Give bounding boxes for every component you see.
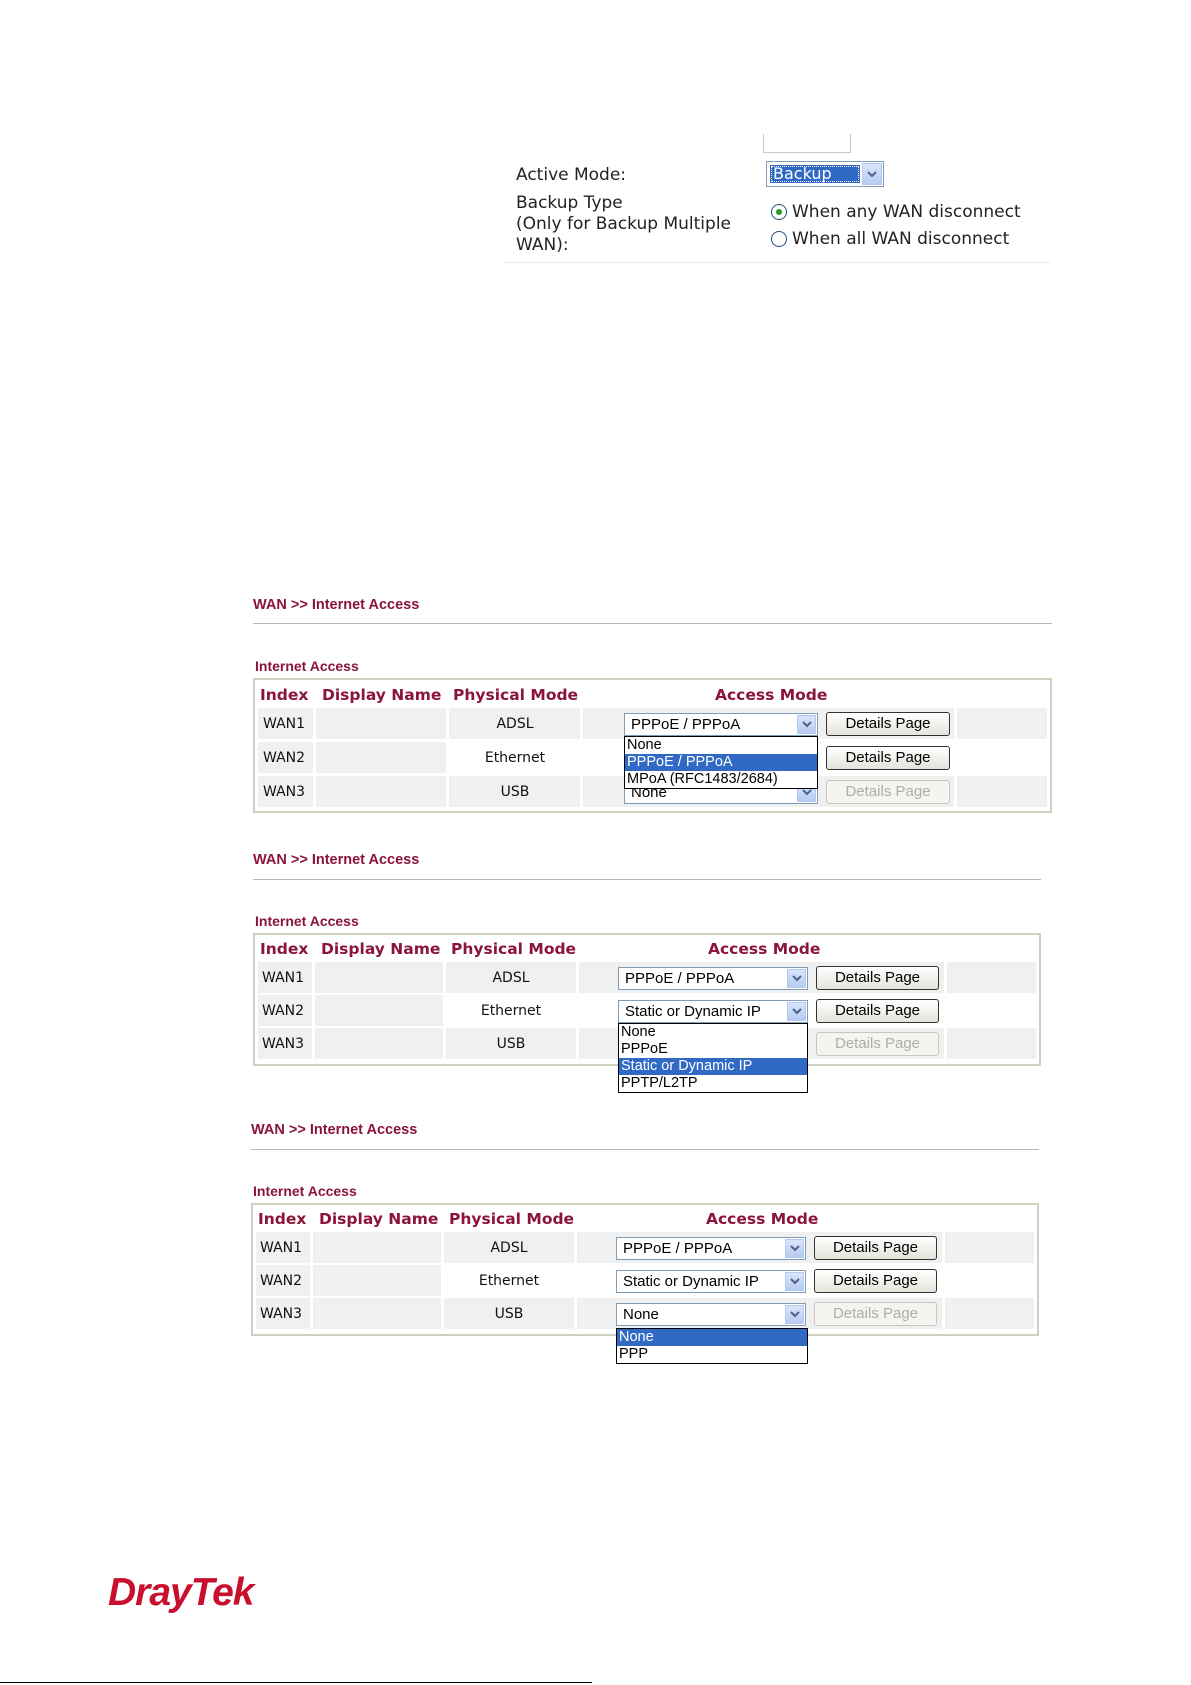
chevron-down-icon[interactable] [785,1272,804,1291]
row-index: WAN2 [263,750,306,766]
access-mode-dropdown-list[interactable]: None PPP [616,1328,808,1364]
row-index: WAN3 [262,1036,305,1052]
header-display-name: Display Name [321,940,441,958]
row-physical-mode: USB [496,1036,526,1052]
details-page-button-disabled: Details Page [814,1302,937,1326]
header-access-mode: Access Mode [715,686,828,704]
access-mode-select[interactable]: Static or Dynamic IP [616,1270,806,1293]
breadcrumb: WAN >> Internet Access [253,852,420,868]
breadcrumb: WAN >> Internet Access [253,597,420,613]
divider [505,262,1050,263]
dropdown-option-selected[interactable]: Static or Dynamic IP [619,1058,807,1075]
cropped-input [763,134,851,153]
access-mode-value: PPPoE / PPPoA [631,716,741,733]
section-title: Internet Access [255,913,359,929]
internet-access-table: Index Display Name Physical Mode Access … [251,1203,1039,1336]
access-mode-value: Static or Dynamic IP [623,1273,759,1290]
row-index: WAN3 [263,784,306,800]
row-physical-mode: ADSL [490,1240,528,1256]
dropdown-option[interactable]: None [625,737,817,754]
dropdown-option[interactable]: None [619,1024,807,1041]
row-physical-mode: USB [500,784,530,800]
details-page-button[interactable]: Details Page [814,1269,937,1293]
details-page-button[interactable]: Details Page [816,966,939,990]
access-mode-select[interactable]: PPPoE / PPPoA [624,713,818,736]
row-physical-mode: USB [494,1306,524,1322]
chevron-down-icon[interactable] [787,969,806,988]
row-index: WAN1 [263,716,306,732]
radio-all-wan[interactable] [771,231,787,247]
details-page-button-disabled: Details Page [826,780,950,804]
dropdown-option[interactable]: PPP [617,1346,807,1363]
row-index: WAN3 [260,1306,303,1322]
header-index: Index [260,686,309,704]
row-physical-mode: Ethernet [480,1003,542,1019]
details-page-button[interactable]: Details Page [826,746,950,770]
dropdown-option[interactable]: PPPoE [619,1041,807,1058]
access-mode-dropdown-list[interactable]: None PPPoE Static or Dynamic IP PPTP/L2T… [618,1023,808,1093]
draytek-logo: DrayTek [108,1571,254,1614]
chevron-down-icon[interactable] [787,1002,806,1021]
header-physical-mode: Physical Mode [453,686,579,704]
radio-any-wan-label: When any WAN disconnect [792,202,1021,222]
access-mode-value: Static or Dynamic IP [625,1003,761,1020]
section-title: Internet Access [255,658,359,674]
chevron-down-icon[interactable] [785,1305,804,1324]
access-mode-select[interactable]: PPPoE / PPPoA [618,967,808,990]
backup-type-label-note-end: WAN): [516,235,569,255]
row-index: WAN1 [262,970,305,986]
active-mode-select[interactable]: Backup [766,161,884,187]
breadcrumb: WAN >> Internet Access [251,1122,418,1138]
access-mode-value: None [623,1306,659,1323]
header-display-name: Display Name [319,1210,439,1228]
chevron-down-icon[interactable] [785,1239,804,1258]
access-mode-dropdown-list[interactable]: None PPPoE / PPPoA MPoA (RFC1483/2684) [624,736,818,789]
active-mode-label: Active Mode: [516,165,627,185]
dropdown-option-selected[interactable]: None [617,1329,807,1346]
header-access-mode: Access Mode [706,1210,819,1228]
divider [253,623,1052,624]
chevron-down-icon[interactable] [862,163,882,185]
row-physical-mode: Ethernet [478,1273,540,1289]
details-page-button[interactable]: Details Page [816,999,939,1023]
row-index: WAN2 [260,1273,303,1289]
radio-all-wan-label: When all WAN disconnect [792,229,1010,249]
header-index: Index [260,940,309,958]
header-physical-mode: Physical Mode [449,1210,575,1228]
backup-type-label: Backup Type [516,193,623,213]
header-display-name: Display Name [322,686,442,704]
details-page-button[interactable]: Details Page [826,712,950,736]
access-mode-select[interactable]: Static or Dynamic IP [618,1000,808,1023]
row-physical-mode: ADSL [492,970,530,986]
header-access-mode: Access Mode [708,940,821,958]
divider [253,879,1041,880]
dropdown-option[interactable]: PPTP/L2TP [619,1075,807,1092]
dropdown-option-selected[interactable]: PPPoE / PPPoA [625,754,817,771]
access-mode-value: PPPoE / PPPoA [625,970,735,987]
backup-type-label-note: (Only for Backup Multiple [516,214,731,234]
details-page-button-disabled: Details Page [816,1032,939,1056]
row-index: WAN2 [262,1003,305,1019]
row-index: WAN1 [260,1240,303,1256]
internet-access-table: Index Display Name Physical Mode Access … [253,933,1041,1093]
access-mode-select[interactable]: PPPoE / PPPoA [616,1237,806,1260]
details-page-button[interactable]: Details Page [814,1236,937,1260]
header-index: Index [258,1210,307,1228]
section-title: Internet Access [253,1183,357,1199]
row-physical-mode: Ethernet [484,750,546,766]
row-physical-mode: ADSL [496,716,534,732]
dropdown-option[interactable]: MPoA (RFC1483/2684) [625,771,817,788]
chevron-down-icon[interactable] [797,715,816,734]
access-mode-value: PPPoE / PPPoA [623,1240,733,1257]
access-mode-select[interactable]: None [616,1303,806,1326]
radio-any-wan[interactable] [771,204,787,220]
internet-access-table: Index Display Name Physical Mode Access … [253,678,1052,813]
footer-rule [0,1682,592,1683]
header-physical-mode: Physical Mode [451,940,577,958]
divider [251,1149,1039,1150]
active-mode-value: Backup [770,165,860,183]
